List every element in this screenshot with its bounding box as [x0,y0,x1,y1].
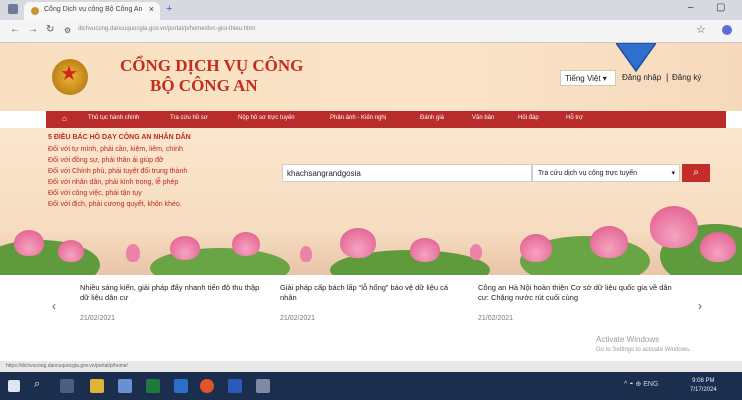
service-type-select-value: Tra cứu dịch vụ công trực tuyến [538,170,637,177]
carousel-next-icon[interactable]: › [698,299,702,313]
browser-tab-bar: Cổng Dịch vụ công Bộ Công An × + – ▢ [0,0,742,20]
minimize-icon[interactable]: – [688,2,694,13]
lotus-flower-decoration [520,234,552,262]
lotus-flower-decoration [232,232,260,256]
main-menu: ⌂ Thủ tục hành chính Tra cứu hồ sơ Nộp h… [46,111,726,128]
search-input[interactable]: khachsangrandgosia [282,164,532,182]
police-emblem-logo[interactable]: ★ [52,59,88,95]
browser-menu-icon[interactable] [8,4,18,14]
teachings-title: 5 ĐIỀU BÁC HỒ DẠY CÔNG AN NHÂN DÂN [48,134,191,141]
web-page: ★ CỔNG DỊCH VỤ CÔNG BỘ CÔNG AN Tiếng Việ… [0,43,742,361]
file-explorer-icon[interactable] [90,379,104,393]
activate-windows-subtext: Go to Settings to activate Windows. [596,347,691,353]
new-tab-icon[interactable]: + [166,3,172,15]
lotus-flower-decoration [170,236,200,260]
down-arrow-annotation-icon [616,43,656,73]
teaching-line: Đối với Chính phủ, phải tuyệt đối trung … [48,168,188,175]
forward-icon[interactable]: → [28,24,38,35]
app-icon[interactable] [174,379,188,393]
news-item-date: 21/02/2021 [280,315,316,322]
search-icon[interactable]: ⌕ [34,378,48,392]
url-field[interactable]: dichvucong.dancuquocgia.gov.vn/portal/p/… [78,26,255,32]
teaching-line: Đối với tự mình, phải cần, kiệm, liêm, c… [48,146,183,153]
language-select[interactable]: Tiếng Việt ▾ [560,70,616,86]
clock[interactable]: 9:08 PM 7/17/2024 [690,377,717,395]
lotus-flower-decoration [650,206,698,248]
service-type-select[interactable]: Tra cứu dịch vụ công trực tuyến ▾ [532,164,680,182]
menu-item-tra-cuu[interactable]: Tra cứu hồ sơ [170,115,208,121]
start-button-icon[interactable] [8,380,20,392]
mail-app-icon[interactable] [118,379,132,393]
register-link[interactable]: Đăng ký [672,73,701,82]
status-url: https://dichvucong.dancuquocgia.gov.vn/p… [6,363,128,369]
site-title-line2[interactable]: BỘ CÔNG AN [150,76,258,96]
activate-windows-watermark: Activate Windows [596,335,660,344]
site-info-icon[interactable]: ⚙ [64,26,71,35]
menu-item-thu-tuc[interactable]: Thủ tục hành chính [88,115,139,121]
windows-taskbar: ⌕ ^ ◓ ⊕ ENG 9:08 PM 7/17/2024 [0,372,742,400]
address-bar: ← → ↻ ⚙ dichvucong.dancuquocgia.gov.vn/p… [0,20,742,43]
search-button[interactable]: ⌕ [682,164,710,182]
site-favicon-icon [31,7,39,15]
carousel-prev-icon[interactable]: ‹ [52,299,56,313]
hero-banner: 5 ĐIỀU BÁC HỒ DẠY CÔNG AN NHÂN DÂN Đối v… [0,128,742,275]
tab-close-icon[interactable]: × [149,4,154,14]
menu-item-nop-ho-so[interactable]: Nộp hồ sơ trực tuyến [238,115,295,121]
word-icon[interactable] [228,379,242,393]
menu-item-hoi-dap[interactable]: Hỏi đáp [518,115,539,121]
menu-item-danh-gia[interactable]: Đánh giá [420,115,444,121]
chevron-down-icon: ▾ [671,170,675,177]
news-item-title[interactable]: Công an Hà Nội hoàn thiện Cơ sở dữ liệu … [478,283,673,303]
system-tray[interactable]: ^ ◓ ⊕ ENG [624,380,658,388]
lotus-bud-decoration [300,246,312,262]
home-icon[interactable]: ⌂ [62,114,67,123]
menu-item-phan-anh[interactable]: Phản ánh - Kiến nghị [330,115,386,121]
excel-icon[interactable] [146,379,160,393]
teaching-line: Đối với nhân dân, phải kính trọng, lễ ph… [48,179,179,186]
profile-avatar[interactable] [722,25,732,35]
lotus-flower-decoration [340,228,376,258]
back-icon[interactable]: ← [10,24,20,35]
lotus-bud-decoration [470,244,482,260]
lotus-flower-decoration [700,232,736,262]
site-title-line1[interactable]: CỔNG DỊCH VỤ CÔNG [120,56,303,76]
teaching-line: Đối với công việc, phải tận tụy [48,190,142,197]
reload-icon[interactable]: ↻ [46,24,54,35]
news-item-title[interactable]: Nhiều sáng kiến, giải pháp đẩy nhanh tiế… [80,283,260,303]
menu-item-van-ban[interactable]: Văn bản [472,115,494,121]
teaching-line: Đối với đồng sự, phải thân ái giúp đỡ [48,157,164,164]
star-icon: ★ [60,63,78,85]
teaching-line: Đối với địch, phải cương quyết, khôn khé… [48,201,182,208]
bookmark-star-icon[interactable]: ☆ [696,23,706,36]
lotus-bud-decoration [126,244,140,262]
browser-status-bar: https://dichvucong.dancuquocgia.gov.vn/p… [0,361,742,372]
clock-time: 9:08 PM [692,378,715,384]
chrome-icon[interactable] [200,379,214,393]
search-icon: ⌕ [693,167,699,178]
lotus-flower-decoration [14,230,44,256]
tab-title: Cổng Dịch vụ công Bộ Công An [44,6,143,13]
browser-tab[interactable]: Cổng Dịch vụ công Bộ Công An × [24,2,160,20]
lotus-flower-decoration [58,240,84,262]
maximize-icon[interactable]: ▢ [716,2,725,13]
news-item-date: 21/02/2021 [80,315,116,322]
task-view-icon[interactable] [60,379,74,393]
news-item-title[interactable]: Giải pháp cấp bách lấp “lỗ hổng” bảo vệ … [280,283,455,303]
lotus-flower-decoration [410,238,440,262]
lotus-flower-decoration [590,226,628,258]
menu-item-ho-tro[interactable]: Hỗ trợ [566,115,583,121]
clock-date: 7/17/2024 [690,387,717,393]
news-item-date: 21/02/2021 [478,315,514,322]
app-icon[interactable] [256,379,270,393]
news-carousel: ‹ Nhiều sáng kiến, giải pháp đẩy nhanh t… [0,275,742,361]
login-link[interactable]: Đăng nhập [622,73,661,82]
link-separator: | [666,72,669,82]
